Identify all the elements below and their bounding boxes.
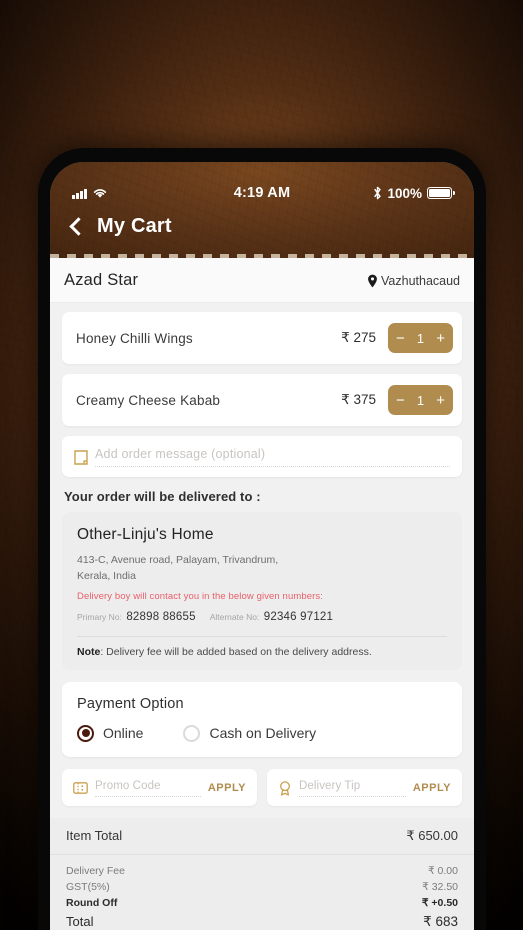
contact-numbers: Primary No: 82898 88655 Alternate No: 92… (77, 607, 447, 625)
radio-cash-on-delivery[interactable] (183, 724, 201, 742)
delivery-tip-input[interactable]: Delivery Tip (299, 780, 406, 797)
back-chevron-icon[interactable] (69, 217, 88, 236)
bill-summary: Item Total ₹ 650.00 Delivery Fee ₹ 0.00 … (50, 817, 474, 930)
total-label: Total (66, 913, 94, 929)
order-message-card: Add order message (optional) (62, 436, 462, 477)
total-value: ₹ 683 (423, 913, 458, 929)
address-line-2: Kerala, India (77, 569, 136, 582)
item-total-value: ₹ 650.00 (406, 827, 458, 843)
payment-option-online[interactable]: Online (77, 724, 144, 742)
quantity-stepper[interactable]: − 1 + (388, 385, 453, 415)
cart-content: Azad Star Vazhuthacaud Honey Chilli Wing… (50, 258, 474, 930)
note-text: : Delivery fee will be added based on th… (100, 645, 372, 658)
address-title: Other-Linju's Home (77, 526, 214, 543)
bill-row-gst: GST(5%) ₹ 32.50 (66, 879, 458, 895)
payment-option-online-label: Online (103, 725, 144, 741)
payment-option-cod-label: Cash on Delivery (209, 725, 317, 741)
radio-online[interactable] (77, 724, 94, 742)
decrease-quantity-button[interactable]: − (396, 331, 405, 346)
promo-code-card: Promo Code APPLY (62, 768, 257, 806)
page-title: My Cart (97, 215, 172, 237)
primary-number-value: 82898 88655 (126, 610, 196, 623)
delivery-section-label: Your order will be delivered to : (64, 489, 261, 504)
bill-row-label: Delivery Fee (66, 864, 125, 877)
payment-option-cod[interactable]: Cash on Delivery (183, 724, 317, 742)
bill-row-delivery-fee: Delivery Fee ₹ 0.00 (66, 863, 458, 879)
app-header: 4:19 AM 100% My Cart (50, 162, 474, 258)
payment-option-card: Payment Option Online Cash on Delivery (62, 681, 462, 757)
medal-icon (280, 780, 290, 796)
note-prefix: Note (77, 645, 101, 658)
restaurant-location: Vazhuthacaud (367, 274, 460, 288)
restaurant-header: Azad Star Vazhuthacaud (50, 258, 474, 303)
item-price: ₹ 275 (341, 330, 376, 345)
order-message-row[interactable]: Add order message (optional) (74, 447, 450, 467)
map-pin-icon (368, 274, 377, 287)
delivery-address-card[interactable]: Other-Linju's Home 413-C, Avenue road, P… (62, 512, 462, 670)
item-total-row: Item Total ₹ 650.00 (50, 818, 474, 855)
item-total-label: Item Total (66, 828, 123, 843)
contact-warning-text: Delivery boy will contact you in the bel… (77, 590, 323, 602)
promo-tip-row: Promo Code APPLY Delivery Tip APPLY (62, 768, 462, 806)
status-bar: 4:19 AM 100% (50, 180, 474, 206)
restaurant-location-label: Vazhuthacaud (381, 273, 460, 288)
bill-row-round-off: Round Off ₹ +0.50 (66, 895, 458, 911)
decrease-quantity-button[interactable]: − (396, 393, 405, 408)
payment-option-title: Payment Option (77, 695, 184, 712)
bill-row-total: Total ₹ 683 (66, 911, 458, 930)
payment-options-group: Online Cash on Delivery (77, 724, 447, 742)
alternate-number-group: Alternate No: 92346 97121 (210, 607, 333, 625)
delivery-fee-note: Note: Delivery fee will be added based o… (77, 646, 447, 658)
primary-number-group: Primary No: 82898 88655 (77, 607, 196, 625)
alternate-number-label: Alternate No: (209, 611, 260, 622)
quantity-stepper[interactable]: − 1 + (388, 323, 453, 353)
increase-quantity-button[interactable]: + (436, 393, 445, 408)
bill-row-value: ₹ +0.50 (421, 896, 458, 909)
cart-item-row: Honey Chilli Wings ₹ 275 − 1 + (62, 312, 462, 364)
item-quantity: 1 (416, 330, 425, 346)
item-name: Honey Chilli Wings (76, 330, 193, 346)
item-price: ₹ 375 (341, 392, 376, 407)
cart-items-list: Honey Chilli Wings ₹ 275 − 1 + Creamy Ch… (50, 303, 474, 436)
battery-full-icon (427, 187, 455, 199)
item-name: Creamy Cheese Kabab (76, 392, 221, 408)
address-line-1: 413-C, Avenue road, Palayam, Trivandrum, (77, 554, 279, 566)
bill-row-label: Round Off (66, 896, 118, 909)
delivery-tip-apply-button[interactable]: APPLY (413, 782, 451, 794)
order-message-input[interactable]: Add order message (optional) (95, 447, 450, 467)
cart-item-row: Creamy Cheese Kabab ₹ 375 − 1 + (62, 374, 462, 426)
phone-device-frame: 4:19 AM 100% My Cart Azad Star Vazhuthac… (38, 148, 486, 930)
address-divider (77, 635, 447, 637)
ticket-icon (73, 782, 88, 794)
bill-row-label: GST(5%) (66, 880, 110, 893)
promo-code-input[interactable]: Promo Code (95, 780, 201, 797)
status-bar-time: 4:19 AM (233, 185, 291, 201)
note-icon (74, 449, 88, 465)
stitched-divider (50, 254, 474, 258)
phone-screen: 4:19 AM 100% My Cart Azad Star Vazhuthac… (50, 162, 474, 930)
promo-code-apply-button[interactable]: APPLY (208, 782, 246, 794)
primary-number-label: Primary No: (77, 611, 122, 622)
alternate-number-value: 92346 97121 (263, 610, 334, 623)
bill-row-value: ₹ 0.00 (427, 864, 458, 877)
delivery-tip-card: Delivery Tip APPLY (267, 768, 462, 806)
nav-bar: My Cart (50, 206, 474, 254)
bill-detail-rows: Delivery Fee ₹ 0.00 GST(5%) ₹ 32.50 Roun… (50, 855, 474, 930)
item-quantity: 1 (416, 392, 425, 408)
increase-quantity-button[interactable]: + (436, 331, 445, 346)
restaurant-name: Azad Star (64, 271, 139, 289)
bill-row-value: ₹ 32.50 (422, 880, 458, 893)
